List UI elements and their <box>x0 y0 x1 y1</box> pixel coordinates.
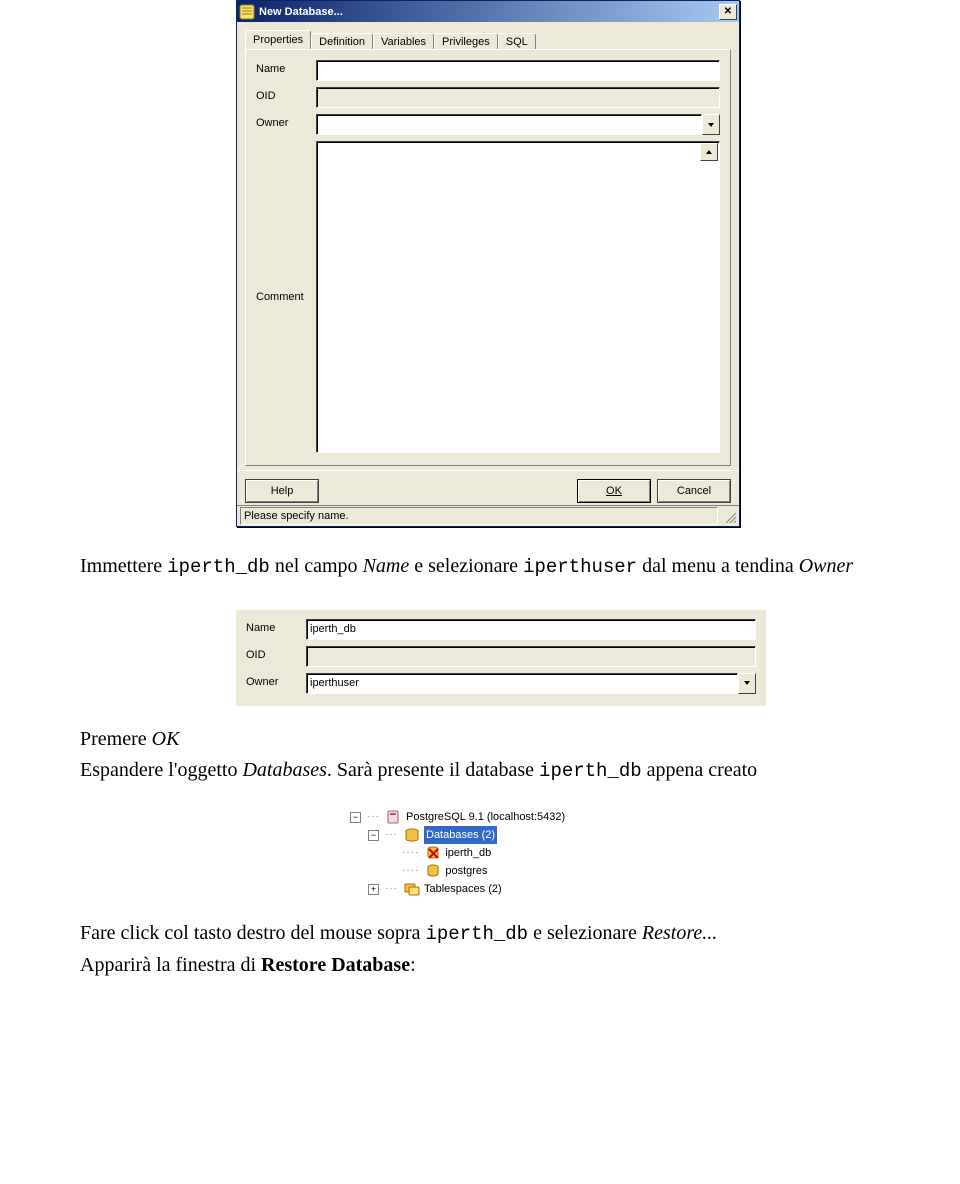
snippet-name-input[interactable] <box>306 619 756 640</box>
tree-label-databases: Databases (2) <box>424 826 497 844</box>
tree-label-tablespaces: Tablespaces (2) <box>424 880 502 898</box>
name-label: Name <box>256 60 316 75</box>
help-button[interactable]: Help <box>245 479 319 503</box>
oid-input <box>316 87 720 108</box>
database-disconnected-icon <box>425 845 441 861</box>
properties-snippet: Name OID Owner <box>236 609 766 706</box>
instruction-text-1: Immettere iperth_db nel campo Name e sel… <box>80 553 880 581</box>
object-tree: − ··· PostgreSQL 9.1 (localhost:5432) − … <box>350 808 610 898</box>
collapse-icon[interactable]: − <box>350 812 361 823</box>
resize-grip-icon[interactable] <box>722 509 736 523</box>
scroll-up-button[interactable] <box>700 143 718 161</box>
status-text: Please specify name. <box>244 510 349 522</box>
dialog-button-row: Help OK Cancel <box>237 470 739 505</box>
tab-variables[interactable]: Variables <box>373 33 434 50</box>
tab-bar: Properties Definition Variables Privileg… <box>245 28 731 49</box>
close-button[interactable]: ✕ <box>719 4 737 20</box>
snippet-name-label: Name <box>246 619 306 634</box>
instruction-text-2a: Premere OK <box>80 726 880 753</box>
instruction-text-2b: Espandere l'oggetto Databases. Sarà pres… <box>80 757 880 785</box>
status-bar: Please specify name. <box>237 505 739 526</box>
tab-sql[interactable]: SQL <box>498 33 536 50</box>
database-icon <box>239 4 255 20</box>
comment-label: Comment <box>256 291 316 303</box>
snippet-owner-dropdown-button[interactable] <box>738 673 756 694</box>
ok-button[interactable]: OK <box>577 479 651 503</box>
snippet-oid-input <box>306 646 756 667</box>
owner-label: Owner <box>256 114 316 129</box>
database-icon <box>425 863 441 879</box>
dialog-titlebar[interactable]: New Database... ✕ <box>237 1 739 22</box>
snippet-oid-label: OID <box>246 646 306 661</box>
snippet-owner-input[interactable] <box>306 673 738 694</box>
tree-node-iperth-db[interactable]: ···· iperth_db <box>350 844 610 862</box>
collapse-icon[interactable]: − <box>368 830 379 841</box>
tree-node-server[interactable]: − ··· PostgreSQL 9.1 (localhost:5432) <box>350 808 610 826</box>
tab-privileges[interactable]: Privileges <box>434 33 498 50</box>
instruction-text-3b: Apparirà la finestra di Restore Database… <box>80 952 880 979</box>
oid-label: OID <box>256 87 316 102</box>
tab-pane: Name OID Owner Comment <box>245 49 731 466</box>
new-database-dialog: New Database... ✕ Properties Definition … <box>236 0 740 527</box>
owner-input[interactable] <box>316 114 702 135</box>
tree-node-databases[interactable]: − ··· Databases (2) <box>350 826 610 844</box>
name-input[interactable] <box>316 60 720 81</box>
tree-label-postgres: postgres <box>445 862 487 880</box>
instruction-text-3a: Fare click col tasto destro del mouse so… <box>80 920 880 948</box>
cancel-button[interactable]: Cancel <box>657 479 731 503</box>
tree-label-iperth-db: iperth_db <box>445 844 491 862</box>
tab-definition[interactable]: Definition <box>311 33 373 50</box>
tree-node-tablespaces[interactable]: + ··· Tablespaces (2) <box>350 880 610 898</box>
tab-properties[interactable]: Properties <box>245 30 311 49</box>
comment-textarea[interactable] <box>316 141 720 453</box>
database-stack-icon <box>404 827 420 843</box>
server-icon <box>386 809 402 825</box>
expand-icon[interactable]: + <box>368 884 379 895</box>
tree-label-server: PostgreSQL 9.1 (localhost:5432) <box>406 808 565 826</box>
dialog-title: New Database... <box>259 6 719 18</box>
tree-node-postgres[interactable]: ···· postgres <box>350 862 610 880</box>
snippet-owner-combo[interactable] <box>306 673 756 694</box>
snippet-owner-label: Owner <box>246 673 306 688</box>
owner-dropdown-button[interactable] <box>702 114 720 135</box>
tablespace-icon <box>404 881 420 897</box>
owner-combo[interactable] <box>316 114 720 135</box>
